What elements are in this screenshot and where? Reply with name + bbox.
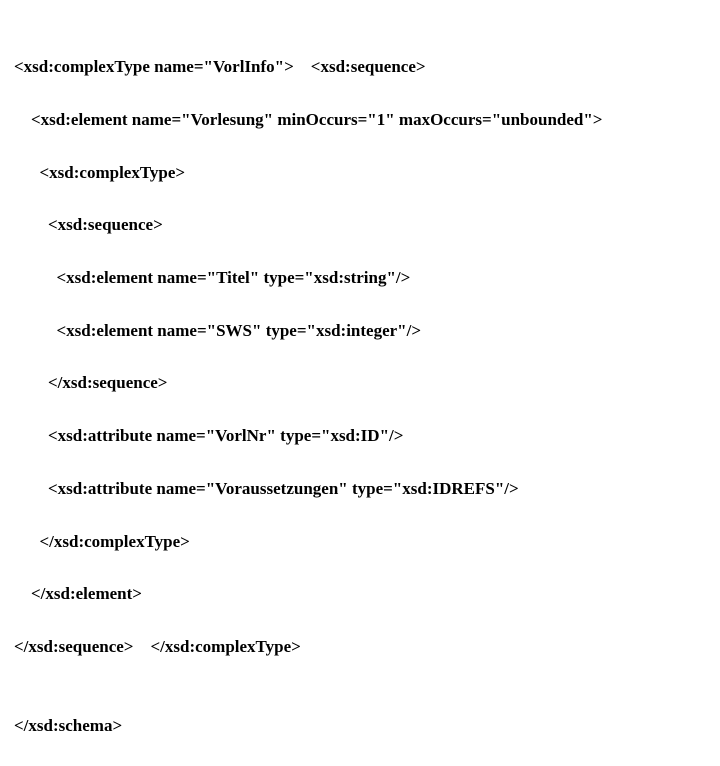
code-line: </xsd:complexType> — [14, 529, 720, 555]
code-line: <xsd:attribute name="Voraussetzungen" ty… — [14, 476, 720, 502]
code-line: <xsd:sequence> — [14, 212, 720, 238]
code-line: </xsd:sequence> — [14, 370, 720, 396]
code-line: <xsd:attribute name="VorlNr" type="xsd:I… — [14, 423, 720, 449]
code-line: <xsd:complexType name="VorlInfo"> <xsd:s… — [14, 54, 720, 80]
code-line: </xsd:sequence> </xsd:complexType> — [14, 634, 720, 660]
code-block: <xsd:complexType name="VorlInfo"> <xsd:s… — [0, 0, 720, 766]
code-line: <xsd:element name="Vorlesung" minOccurs=… — [14, 107, 720, 133]
code-line: </xsd:schema> — [14, 713, 720, 739]
code-line: <xsd:element name="Titel" type="xsd:stri… — [14, 265, 720, 291]
code-line: <xsd:element name="SWS" type="xsd:intege… — [14, 318, 720, 344]
code-line: <xsd:complexType> — [14, 160, 720, 186]
code-line: </xsd:element> — [14, 581, 720, 607]
